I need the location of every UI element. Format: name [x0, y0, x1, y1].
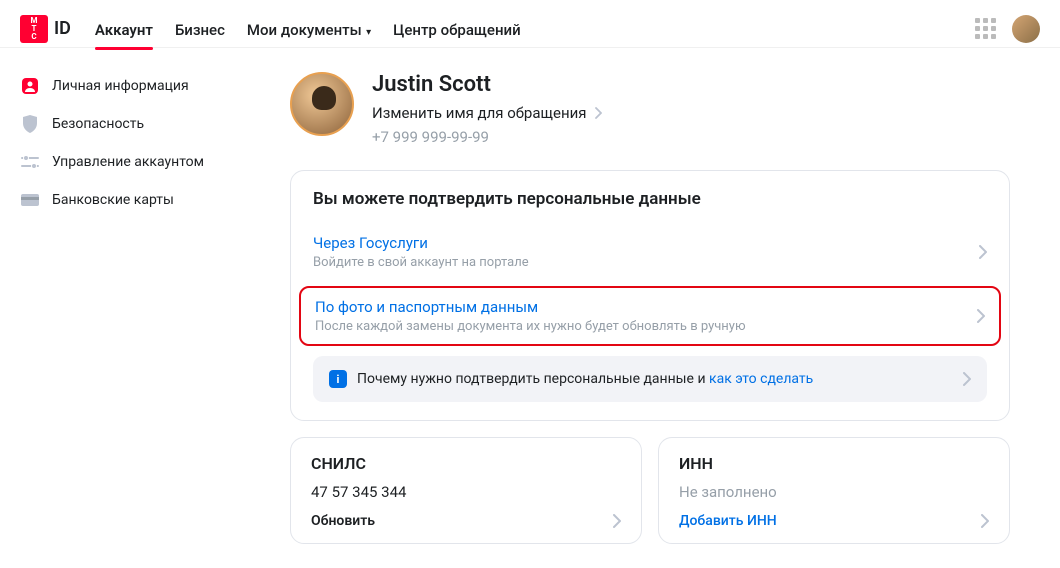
inn-title: ИНН [679, 454, 989, 473]
option-title: По фото и паспортным данным [315, 298, 977, 316]
nav: Аккаунт Бизнес Мои документы ▾ Центр обр… [95, 9, 975, 49]
action-label: Обновить [311, 513, 375, 529]
snils-value: 47 57 345 344 [311, 483, 621, 501]
sidebar-item-security[interactable]: Безопасность [20, 114, 250, 134]
main: Justin Scott Изменить имя для обращения … [290, 72, 1010, 544]
card-icon [20, 190, 40, 210]
header: MTC ID Аккаунт Бизнес Мои документы ▾ Це… [0, 0, 1060, 48]
verify-card: Вы можете подтвердить персональные данны… [290, 170, 1010, 421]
snils-update-button[interactable]: Обновить [311, 513, 621, 529]
sidebar-item-label: Безопасность [52, 116, 144, 132]
shield-icon [20, 114, 40, 134]
profile-header: Justin Scott Изменить имя для обращения … [290, 72, 1010, 146]
avatar-large[interactable] [290, 72, 354, 136]
option-sub: После каждой замены документа их нужно б… [315, 319, 977, 334]
header-right [975, 15, 1040, 43]
card-row: СНИЛС 47 57 345 344 Обновить ИНН Не запо… [290, 437, 1010, 544]
edit-name-link[interactable]: Изменить имя для обращения [372, 104, 602, 122]
verify-title: Вы можете подтвердить персональные данны… [313, 189, 987, 209]
person-icon [20, 76, 40, 96]
option-title: Через Госуслуги [313, 234, 979, 252]
logo[interactable]: MTC ID [20, 15, 71, 43]
verify-info-bar[interactable]: i Почему нужно подтвердить персональные … [313, 356, 987, 402]
info-text: Почему нужно подтвердить персональные да… [357, 371, 953, 387]
verify-option-gosuslugi[interactable]: Через Госуслуги Войдите в свой аккаунт н… [313, 223, 987, 280]
profile-name: Justin Scott [372, 72, 602, 97]
sidebar-item-cards[interactable]: Банковские карты [20, 190, 250, 210]
inn-add-button[interactable]: Добавить ИНН [679, 513, 989, 529]
nav-documents[interactable]: Мои документы ▾ [247, 9, 371, 49]
option-body: По фото и паспортным данным После каждой… [315, 298, 977, 334]
logo-text: ID [54, 18, 71, 39]
action-label: Добавить ИНН [679, 513, 777, 529]
sidebar: Личная информация Безопасность Управлени… [20, 72, 250, 544]
nav-business[interactable]: Бизнес [175, 9, 225, 49]
nav-account[interactable]: Аккаунт [95, 9, 153, 49]
info-icon: i [329, 370, 347, 388]
snils-title: СНИЛС [311, 454, 621, 473]
option-sub: Войдите в свой аккаунт на портале [313, 255, 979, 270]
apps-grid-icon[interactable] [975, 18, 996, 39]
sidebar-item-label: Банковские карты [52, 192, 174, 208]
sidebar-item-account[interactable]: Управление аккаунтом [20, 152, 250, 172]
chevron-right-icon [981, 514, 989, 528]
info-prefix: Почему нужно подтвердить персональные да… [357, 371, 709, 387]
profile-phone: +7 999 999-99-99 [372, 128, 602, 146]
nav-support[interactable]: Центр обращений [393, 9, 521, 49]
sliders-icon [20, 152, 40, 172]
avatar[interactable] [1012, 15, 1040, 43]
edit-name-label: Изменить имя для обращения [372, 104, 587, 122]
chevron-right-icon [979, 245, 987, 259]
sidebar-item-label: Личная информация [52, 78, 189, 94]
sidebar-item-label: Управление аккаунтом [52, 154, 204, 170]
logo-badge: MTC [20, 15, 48, 43]
inn-card: ИНН Не заполнено Добавить ИНН [658, 437, 1010, 544]
chevron-right-icon [613, 514, 621, 528]
inn-value: Не заполнено [679, 483, 989, 501]
chevron-right-icon [977, 309, 985, 323]
info-link: как это сделать [709, 371, 813, 387]
verify-option-photo[interactable]: По фото и паспортным данным После каждой… [299, 286, 1001, 346]
profile-info: Justin Scott Изменить имя для обращения … [372, 72, 602, 146]
chevron-right-icon [963, 372, 971, 386]
chevron-down-icon: ▾ [364, 27, 372, 38]
snils-card: СНИЛС 47 57 345 344 Обновить [290, 437, 642, 544]
nav-documents-label: Мои документы [247, 21, 362, 39]
option-body: Через Госуслуги Войдите в свой аккаунт н… [313, 234, 979, 270]
chevron-right-icon [595, 107, 602, 119]
sidebar-item-personal[interactable]: Личная информация [20, 76, 250, 96]
